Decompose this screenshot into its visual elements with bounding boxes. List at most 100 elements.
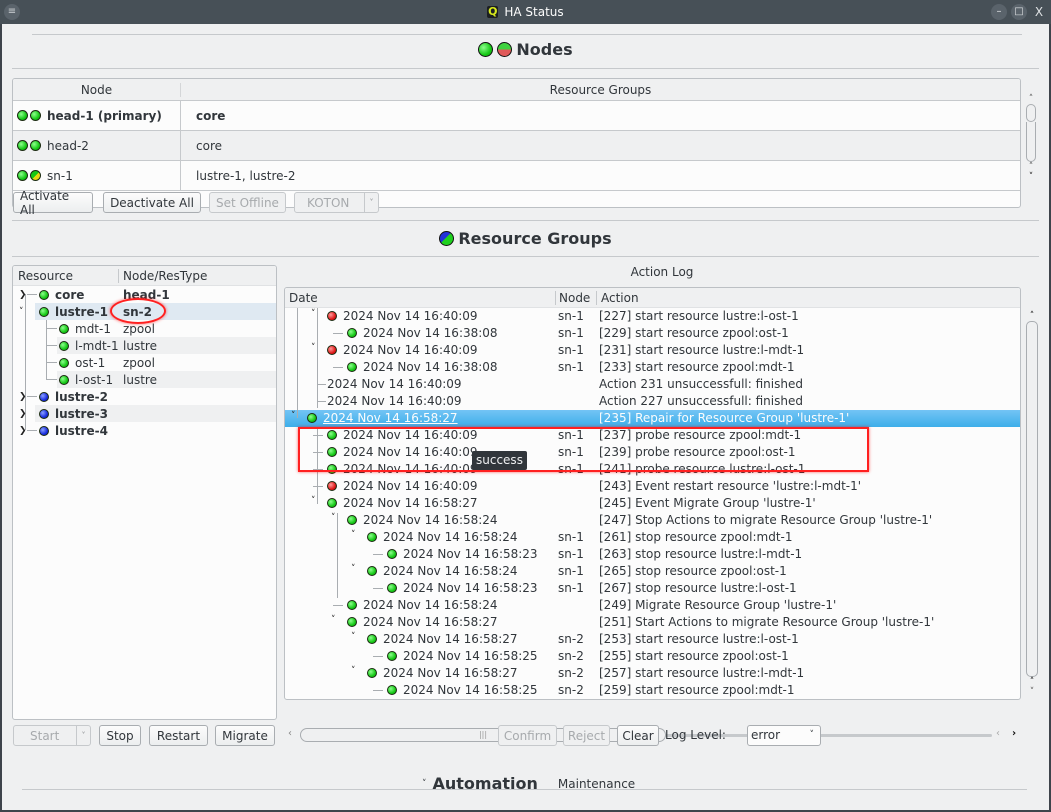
log-row[interactable]: ˅ 2024 Nov 14 16:58:24 sn-1 [265] stop reso…: [285, 563, 1020, 580]
collapse-arrow-icon[interactable]: ˅: [331, 513, 336, 523]
log-row[interactable]: 2024 Nov 14 16:58:25 sn-2 [259] start reso…: [285, 682, 1020, 699]
log-row[interactable]: 2024 Nov 14 16:58:25 sn-2 [255] start reso…: [285, 648, 1020, 665]
log-row[interactable]: 2024 Nov 14 16:58:23 sn-1 [263] stop resou…: [285, 546, 1020, 563]
chevron-down-icon[interactable]: ˅: [364, 193, 378, 212]
tree-line: [47, 345, 57, 346]
clear-button[interactable]: Clear: [617, 725, 659, 746]
log-row[interactable]: 2024 Nov 14 16:58:24 [249] Migrate Resour…: [285, 597, 1020, 614]
node-row[interactable]: head-2 core: [13, 131, 1020, 161]
log-row[interactable]: 2024 Nov 14 16:38:08 sn-1 [229] start reso…: [285, 325, 1020, 342]
log-date: 2024 Nov 14 16:58:23: [403, 547, 538, 561]
log-row[interactable]: 2024 Nov 14 16:58:23 sn-1 [267] stop resou…: [285, 580, 1020, 597]
log-row[interactable]: ˅ 2024 Nov 14 16:58:24 [247] Stop Actions …: [285, 512, 1020, 529]
expand-arrow-icon[interactable]: ❯: [19, 409, 27, 419]
column-header-date[interactable]: Date: [285, 290, 556, 305]
collapse-arrow-icon[interactable]: ˅: [351, 632, 356, 642]
log-row[interactable]: ˅ 2024 Nov 14 16:58:27 sn-2 [253] start res…: [285, 631, 1020, 648]
scroll-handle[interactable]: [1026, 321, 1038, 677]
column-header-node[interactable]: Node: [13, 82, 181, 97]
minimize-icon[interactable]: –: [991, 4, 1007, 20]
log-row[interactable]: 2024 Nov 14 16:40:09 Action 231 unsuccess…: [285, 376, 1020, 393]
scroll-up-icon[interactable]: ˄: [1025, 677, 1039, 687]
action-log-tree: Date Node Action ˅ 2024 Nov 14 16:40:09 sn…: [284, 287, 1021, 700]
tree-item[interactable]: l-mdt-1 lustre: [47, 337, 276, 354]
log-row[interactable]: ˅ 2024 Nov 14 16:40:09 sn-1 [231] start res…: [285, 342, 1020, 359]
log-date: 2024 Nov 14 16:58:24: [363, 598, 498, 612]
expand-arrow-icon[interactable]: ❯: [19, 426, 27, 436]
collapse-arrow-icon[interactable]: ˅: [331, 615, 336, 625]
status-green-icon: [478, 42, 494, 57]
log-row[interactable]: ˅ 2024 Nov 14 16:58:27 [251] Start Actions…: [285, 614, 1020, 631]
log-vertical-scrollbar[interactable]: ˄ ˄ ˅: [1025, 311, 1039, 721]
scroll-up-icon[interactable]: ˄: [1025, 162, 1037, 172]
log-row[interactable]: 2024 Nov 14 16:40:09 Action 227 unsuccess…: [285, 393, 1020, 410]
start-dropdown-button[interactable]: Start ˅: [13, 725, 91, 746]
scroll-left-icon[interactable]: ‹: [996, 728, 1000, 739]
stop-button[interactable]: Stop: [99, 725, 141, 746]
scroll-up-icon[interactable]: ˄: [1025, 311, 1039, 321]
set-offline-button[interactable]: Set Offline: [209, 192, 286, 213]
node-resource-groups: core: [196, 138, 222, 153]
migrate-button[interactable]: Migrate: [215, 725, 275, 746]
log-row[interactable]: ˅ 2024 Nov 14 16:58:24 sn-1 [261] stop reso…: [285, 529, 1020, 546]
collapse-arrow-icon[interactable]: ˅: [19, 307, 24, 317]
scroll-down-icon[interactable]: ˅: [1025, 687, 1039, 697]
tree-item[interactable]: ❯ lustre-4: [13, 422, 276, 439]
tree-item[interactable]: ❯ lustre-2: [13, 388, 276, 405]
highlight-annotation-rect: [298, 427, 869, 472]
tree-item[interactable]: ❯ lustre-3: [19, 405, 276, 422]
column-header-resource-groups[interactable]: Resource Groups: [181, 83, 1020, 97]
log-row[interactable]: ˅ 2024 Nov 14 16:58:27 [245] Event Migrate…: [285, 495, 1020, 512]
koton-dropdown-button[interactable]: KOTON ˅: [294, 192, 379, 213]
title-bar: ≡ Q HA Status – □ X: [0, 0, 1051, 24]
tree-item[interactable]: l-ost-1 lustre: [47, 371, 276, 388]
log-row[interactable]: ˅ 2024 Nov 14 16:40:09 sn-1 [227] start res…: [285, 308, 1020, 325]
status-green-icon: [17, 170, 28, 181]
node-row[interactable]: head-1 (primary) core: [13, 101, 1020, 131]
collapse-arrow-icon[interactable]: ˅: [291, 411, 296, 421]
scroll-down-icon[interactable]: ˅: [1025, 172, 1037, 182]
tree-item[interactable]: ost-1 zpool: [13, 354, 276, 371]
node-row[interactable]: sn-1 lustre-1, lustre-2: [13, 161, 1020, 191]
column-header-action[interactable]: Action: [597, 291, 639, 305]
log-level-select[interactable]: error ˅: [747, 725, 821, 746]
status-green-icon: [367, 566, 377, 576]
collapse-arrow-icon[interactable]: ˅: [311, 343, 316, 353]
divider: [32, 34, 1022, 35]
expand-arrow-icon[interactable]: ❯: [19, 392, 27, 402]
scroll-handle[interactable]: |||: [300, 728, 666, 742]
collapse-arrow-icon[interactable]: ˅: [311, 309, 316, 319]
collapse-arrow-icon[interactable]: ˅: [351, 564, 356, 574]
chevron-down-icon[interactable]: ˅: [422, 779, 427, 789]
collapse-arrow-icon[interactable]: ˅: [351, 530, 356, 540]
column-header-node-restype[interactable]: Node/ResType: [119, 269, 207, 283]
restart-button[interactable]: Restart: [149, 725, 208, 746]
column-header-node[interactable]: Node: [556, 290, 597, 305]
status-green-icon: [347, 515, 357, 525]
scroll-up-icon[interactable]: ˄: [1025, 94, 1037, 104]
scroll-left-icon[interactable]: ‹: [288, 728, 292, 739]
automation-section-header[interactable]: ˅ Automation Maintenance: [422, 774, 635, 793]
log-row[interactable]: 2024 Nov 14 16:40:09 [243] Event restart …: [285, 478, 1020, 495]
collapse-arrow-icon[interactable]: ˅: [311, 496, 316, 506]
scroll-handle[interactable]: [1026, 104, 1036, 122]
log-row[interactable]: 2024 Nov 14 16:38:08 sn-1 [233] start reso…: [285, 359, 1020, 376]
column-header-resource[interactable]: Resource: [13, 268, 119, 283]
log-row[interactable]: ˅ 2024 Nov 14 16:58:27 sn-2 [257] start res…: [285, 665, 1020, 682]
chevron-down-icon[interactable]: ˅: [76, 726, 90, 745]
status-blue-icon: [39, 408, 49, 419]
expand-arrow-icon[interactable]: ❯: [19, 290, 27, 300]
deactivate-all-button[interactable]: Deactivate All: [103, 192, 201, 213]
close-icon[interactable]: X: [1031, 4, 1047, 20]
activate-all-button[interactable]: Activate All: [13, 189, 93, 217]
scroll-right-icon[interactable]: ›: [1012, 728, 1016, 739]
log-date: 2024 Nov 14 16:40:09: [327, 377, 462, 391]
log-row[interactable]: ˅ 2024 Nov 14 16:58:27 [235] Repair for Re…: [285, 410, 1020, 427]
nodes-vertical-scrollbar[interactable]: ˄ ˄ ˅: [1025, 94, 1037, 184]
log-action: Action 227 unsuccessfull: finished: [599, 394, 803, 408]
maximize-icon[interactable]: □: [1011, 4, 1027, 20]
confirm-button[interactable]: Confirm: [498, 725, 557, 746]
collapse-arrow-icon[interactable]: ˅: [351, 666, 356, 676]
window-menu-icon[interactable]: ≡: [4, 4, 20, 20]
reject-button[interactable]: Reject: [563, 725, 610, 746]
